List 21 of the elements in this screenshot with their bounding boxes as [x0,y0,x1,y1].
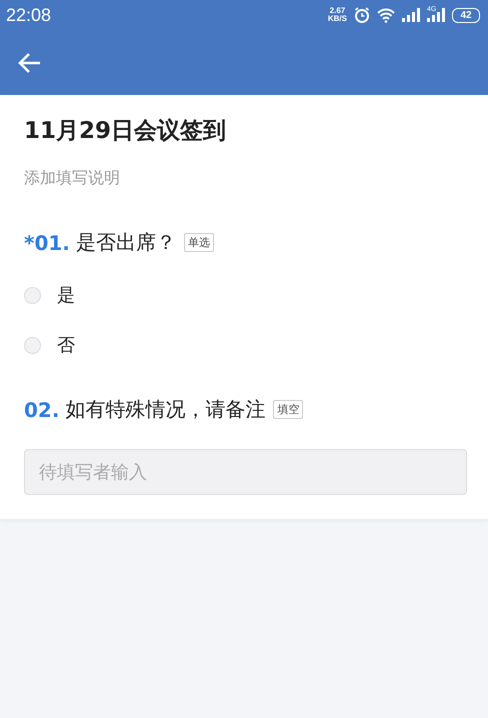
option-label[interactable]: 是 [57,283,75,307]
battery-level: 42 [452,8,480,22]
question-number: *01. [24,230,70,254]
radio-button[interactable] [24,336,41,354]
question-text: 是否出席？ [76,229,176,256]
form-title: 11月29日会议签到 [24,117,228,146]
net-speed-unit: KB/S [328,15,347,23]
status-time: 22:08 [6,4,52,26]
question-number: 02. [24,398,60,422]
question-type-tag: 单选 [184,233,214,252]
option-label[interactable]: 否 [57,333,75,357]
signal-icon [402,8,420,22]
question-text: 如有特殊情况，请备注 [65,396,266,423]
question-type-tag: 填空 [273,400,304,419]
wifi-icon [377,8,395,22]
alarm-clock-icon [354,7,370,23]
form-description: 添加填写说明 [24,168,121,189]
signal-icon [427,8,445,22]
radio-button[interactable] [24,286,41,304]
answer-field[interactable]: 待填写者输入 [24,449,467,495]
net-speed: 2.67 [330,7,346,15]
